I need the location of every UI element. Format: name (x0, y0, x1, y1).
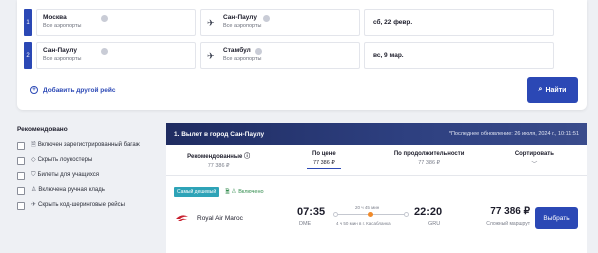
cheapest-badge: Самый дешевый (174, 187, 220, 197)
to-airports: Все аэропорты (223, 56, 262, 62)
tab-price: 77 386 ₽ (418, 160, 441, 166)
filter-label: Скрыть лоукостеры (37, 157, 93, 163)
from-airports: Все аэропорты (43, 56, 82, 62)
search-icon: ⌕ (538, 86, 543, 93)
departure-time: 07:35 (297, 206, 326, 218)
sort-dropdown[interactable]: Сортировать ﹀ (482, 145, 587, 175)
select-button[interactable]: Выбрать (535, 207, 578, 229)
layover-info: 4 ч 50 мин в г. Касабланка (336, 221, 391, 226)
route-type: Сложный маршрут (486, 221, 530, 227)
active-tab-indicator (306, 168, 341, 169)
checkbox[interactable] (17, 187, 25, 195)
filter-student-tickets[interactable]: ⛉ Билеты для учащихся (17, 171, 167, 180)
leg-number: 1 (24, 9, 32, 36)
find-label: Найти (545, 86, 567, 94)
arrival-time: 22:20 (414, 206, 443, 218)
date-field[interactable]: вс, 9 мар. (364, 42, 554, 69)
from-airports: Все аэропорты (43, 23, 82, 29)
route-end-dot (404, 212, 409, 217)
filter-label: Включена ручная кладь (38, 187, 105, 193)
chevron-down-icon: ﹀ (531, 162, 538, 168)
checkbox[interactable] (17, 142, 25, 150)
filter-hide-lowcost[interactable]: ◇ Скрыть лоукостеры (17, 156, 167, 165)
filters-title: Рекомендовано (17, 126, 68, 133)
badge-label: Включено (238, 188, 264, 195)
plane-icon: ✈ (31, 202, 37, 208)
info-icon (263, 15, 270, 22)
find-button[interactable]: ⌕ Найти (527, 77, 578, 103)
from-city: Сан-Паулу (43, 47, 77, 54)
leg-number: 2 (24, 42, 32, 69)
results-title: 1. Вылет в город Сан-Паулу (174, 130, 265, 138)
airline-logo (176, 215, 188, 221)
info-icon (101, 15, 108, 22)
tab-label: По продолжительности (393, 151, 465, 157)
flight-badges: Самый дешевый 🗎 ♙ Включено (174, 187, 264, 197)
filter-checked-baggage[interactable]: 🗎 Включен зарегистрированный багаж (17, 141, 167, 150)
tab-price: 77 386 ₽ (312, 160, 335, 166)
flight-card[interactable]: Royal Air Maroc 07:35 DME 20 ч 45 мин 4 … (166, 205, 587, 235)
leg-row-1: 1 Москва Все аэропорты ✈ Сан-Паулу Все а… (24, 9, 554, 36)
results-panel: 1. Вылет в город Сан-Паулу *Последнее об… (166, 123, 587, 253)
suitcase-icon: 🗎 (31, 142, 36, 148)
route-start-dot (333, 212, 338, 217)
filter-label: Билеты для учащихся (37, 172, 100, 178)
info-icon (255, 48, 262, 55)
tab-label: По цене (312, 151, 336, 157)
departure-airport: DME (299, 221, 312, 227)
to-airports: Все аэропорты (223, 23, 262, 29)
filter-label: Включен зарегистрированный багаж (37, 142, 140, 148)
checkbox[interactable] (17, 172, 25, 180)
to-city: Сан-Паулу (223, 14, 257, 21)
checkbox[interactable] (17, 157, 25, 165)
from-city: Москва (43, 14, 67, 21)
to-field[interactable]: ✈ Стамбул Все аэропорты (200, 42, 360, 69)
date-field[interactable]: сб, 22 февр. (364, 9, 554, 36)
tab-fastest[interactable]: По продолжительности 77 386 ₽ (377, 145, 482, 175)
to-city: Стамбул (223, 47, 251, 54)
plane-icon: ✈ (207, 18, 215, 28)
from-field[interactable]: Москва Все аэропорты (36, 9, 196, 36)
stop-dot (368, 212, 373, 217)
flight-price: 77 386 ₽ (490, 206, 530, 217)
tab-label: Рекомендованные (187, 154, 243, 160)
from-field[interactable]: Сан-Паулу Все аэропорты (36, 42, 196, 69)
ticket-icon: ⛉ (31, 172, 36, 178)
add-route-link[interactable]: + Добавить другой рейс (30, 86, 116, 94)
arrival-airport: GRU (428, 221, 441, 227)
to-field[interactable]: ✈ Сан-Паулу Все аэропорты (200, 9, 360, 36)
leg-row-2: 2 Сан-Паулу Все аэропорты ✈ Стамбул Все … (24, 42, 554, 69)
info-icon: ⓘ (244, 154, 251, 160)
bag-icon: ♙ (31, 187, 37, 193)
tab-cheapest[interactable]: По цене 77 386 ₽ (271, 145, 376, 175)
suitcase-icon: 🗎 ♙ (225, 188, 239, 195)
filter-hand-luggage[interactable]: ♙ Включена ручная кладь (17, 186, 167, 195)
checkbox[interactable] (17, 202, 25, 210)
search-form: 1 Москва Все аэропорты ✈ Сан-Паулу Все а… (17, 0, 587, 110)
sort-tabs: Рекомендованные ⓘ 77 386 ₽ По цене 77 38… (166, 145, 587, 176)
sort-label: Сортировать (514, 151, 554, 157)
tab-price: 77 386 ₽ (207, 163, 230, 169)
airline-name: Royal Air Maroc (197, 215, 243, 222)
flight-duration: 20 ч 45 мин (355, 205, 380, 210)
tab-recommended[interactable]: Рекомендованные ⓘ 77 386 ₽ (166, 145, 271, 175)
tag-icon: ◇ (31, 157, 36, 163)
add-route-label: Добавить другой рейс (43, 86, 116, 94)
info-icon (101, 48, 108, 55)
filter-label: Скрыть код-шеринговые рейсы (38, 202, 125, 208)
baggage-included-badge: 🗎 ♙ Включено (225, 188, 263, 197)
plus-circle-icon: + (30, 86, 38, 94)
results-header: 1. Вылет в город Сан-Паулу *Последнее об… (166, 123, 587, 145)
filter-hide-codeshare[interactable]: ✈ Скрыть код-шеринговые рейсы (17, 201, 167, 210)
last-updated: *Последнее обновление: 26 июля, 2024 г.,… (448, 131, 579, 137)
filters-panel: Рекомендовано 🗎 Включен зарегистрированны… (17, 126, 167, 216)
plane-icon: ✈ (207, 51, 215, 61)
